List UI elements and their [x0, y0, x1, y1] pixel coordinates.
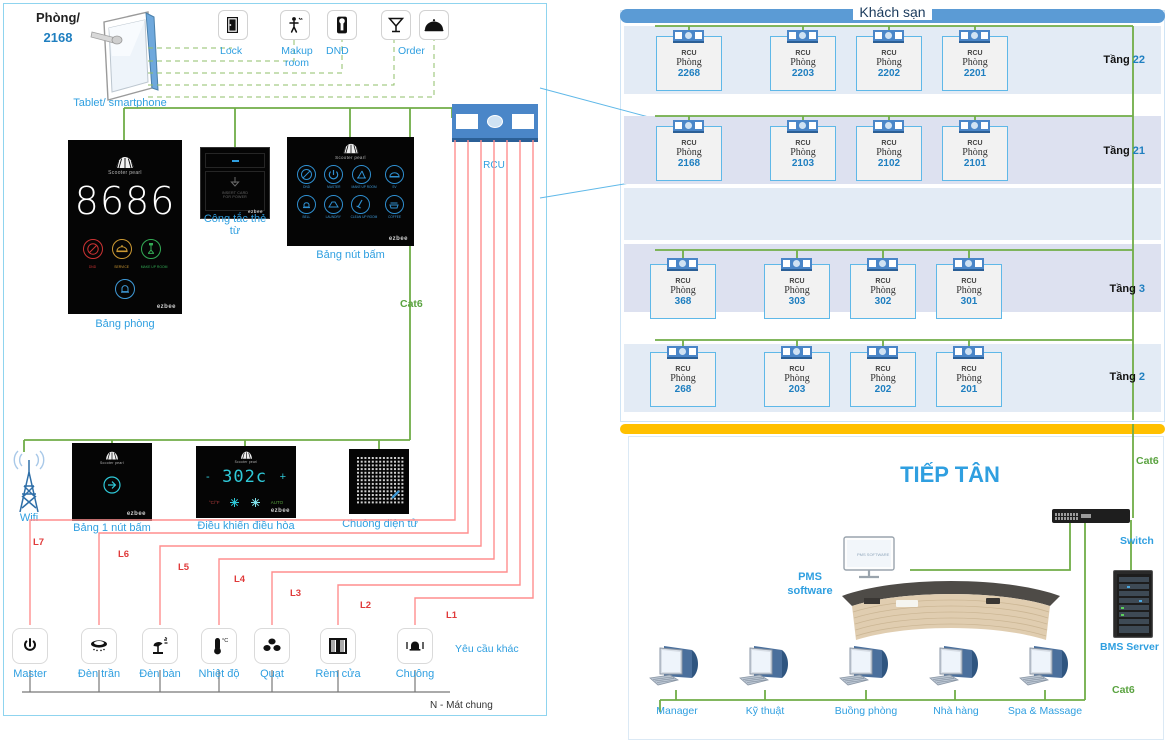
workstation-restaurant[interactable] — [928, 644, 986, 690]
svg-text:PMS SOFTWARE: PMS SOFTWARE — [857, 552, 890, 557]
workstation-label-spa: Spa & Massage — [1007, 705, 1083, 717]
bms-server[interactable] — [1113, 570, 1153, 638]
bms-server-label: BMS Server — [1100, 641, 1159, 653]
workstation-label-manager: Manager — [656, 705, 698, 717]
switch-label: Switch — [1120, 535, 1154, 547]
workstation-spa[interactable] — [1018, 644, 1076, 690]
workstation-technical[interactable] — [738, 644, 796, 690]
workstation-label-technical: Kỹ thuật — [745, 705, 785, 717]
reception-desk — [836, 574, 1066, 646]
workstation-housekeeping[interactable] — [838, 644, 896, 690]
workstation-label-housekeeping: Buồng phòng — [834, 705, 898, 717]
pms-label: PMS software — [787, 571, 833, 598]
cat6-label-bottom-right: Cat6 — [1112, 684, 1135, 696]
cat6-label-top-right: Cat6 — [1136, 455, 1159, 467]
workstation-label-restaurant: Nhà hàng — [933, 705, 979, 717]
workstation-manager[interactable] — [648, 644, 706, 690]
network-switch[interactable] — [1052, 509, 1130, 523]
